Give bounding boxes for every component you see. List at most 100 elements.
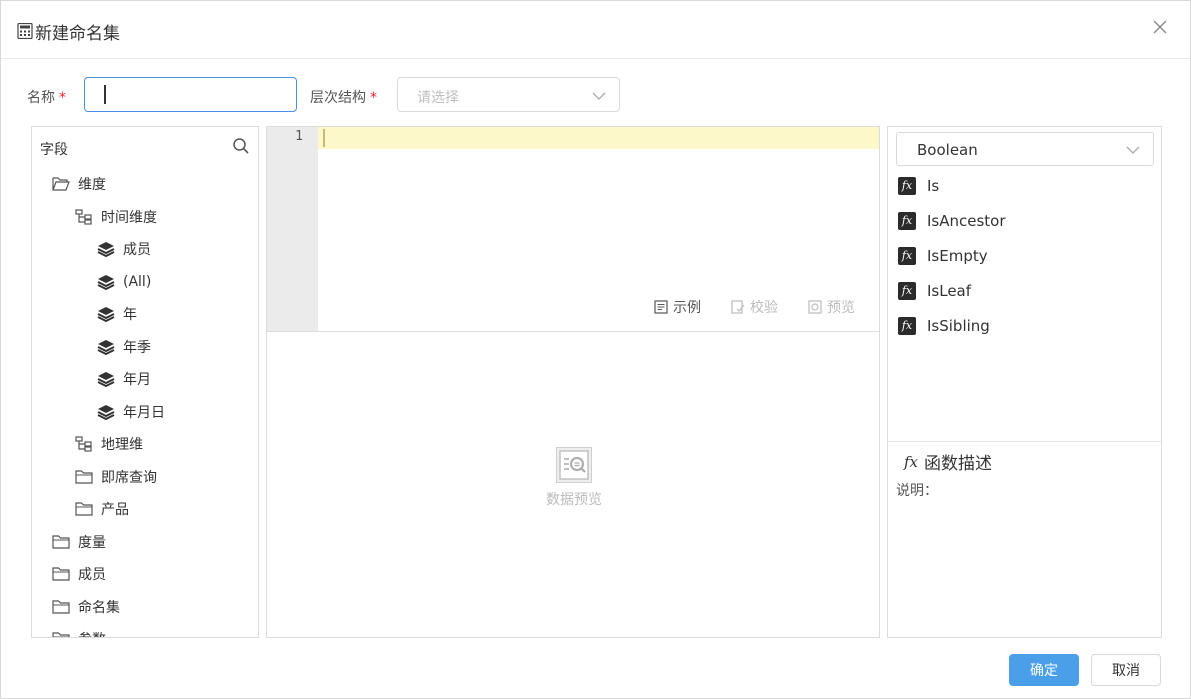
text-caret (104, 85, 106, 104)
layers-icon (97, 404, 123, 420)
expression-editor-panel: 1 示例 校验 预览 数据预览 (266, 126, 880, 638)
fx-icon: fx (904, 452, 919, 471)
fx-icon: fx (898, 247, 916, 265)
tree-item-label: 地理维 (101, 437, 143, 453)
folder-open-icon (52, 176, 78, 192)
preview-label: 预览 (827, 300, 855, 316)
dialog-title: 新建命名集 (35, 24, 120, 44)
preview-button[interactable]: 预览 (808, 297, 855, 317)
chevron-down-icon (592, 92, 606, 100)
tree-item[interactable]: 成员 (97, 238, 151, 260)
function-item[interactable]: fx IsAncestor (898, 210, 1006, 232)
folder-icon (52, 534, 78, 550)
tree-item[interactable]: 参数 (52, 628, 106, 637)
folder-icon (52, 631, 78, 637)
tree-item-label: 产品 (101, 502, 129, 518)
example-label: 示例 (673, 300, 701, 316)
function-description-title: fx 函数描述 (904, 449, 993, 475)
folder-icon (75, 469, 101, 485)
search-icon[interactable] (232, 137, 250, 155)
functions-divider (888, 441, 1161, 442)
fx-icon: fx (898, 177, 916, 195)
hierarchy-icon (75, 208, 101, 225)
line-number: 1 (295, 129, 303, 144)
function-description-text: 说明： (896, 483, 938, 499)
editor-divider (267, 331, 879, 332)
name-label: 名称 * (27, 87, 66, 107)
data-preview-label: 数据预览 (546, 492, 602, 508)
tree-item-label: 年月 (123, 372, 151, 388)
tree-item[interactable]: (All) (97, 271, 151, 293)
tree-item[interactable]: 地理维 (75, 433, 143, 455)
chevron-down-icon (1126, 146, 1140, 154)
calculator-icon (17, 23, 33, 39)
tree-item-label: 命名集 (78, 599, 120, 616)
layers-icon (97, 241, 123, 257)
active-line-highlight[interactable] (318, 127, 879, 149)
tree-item[interactable]: 成员 (52, 563, 106, 585)
layers-icon (97, 339, 123, 355)
fx-icon: fx (898, 282, 916, 300)
tree-item[interactable]: 时间维度 (75, 206, 157, 228)
example-button[interactable]: 示例 (654, 297, 701, 317)
hierarchy-placeholder: 请选择 (417, 90, 459, 106)
tree-item[interactable]: 度量 (52, 531, 106, 553)
hierarchy-label-text: 层次结构 (310, 90, 366, 106)
required-mark: * (370, 90, 377, 106)
function-name: IsEmpty (927, 247, 988, 265)
tree-item-label: 成员 (78, 567, 106, 583)
tree-item[interactable]: 年月 (97, 368, 151, 390)
function-item[interactable]: fx IsEmpty (898, 245, 988, 267)
required-mark: * (59, 90, 66, 106)
tree-item[interactable]: 产品 (75, 498, 129, 520)
code-caret (323, 129, 325, 147)
tree-item-label: 参数 (78, 629, 106, 637)
tree-item-label: 成员 (123, 242, 151, 258)
tree-item[interactable]: 年 (97, 303, 137, 325)
tree-item-label: 时间维度 (101, 209, 157, 226)
folder-icon (52, 566, 78, 582)
fx-icon: fx (898, 212, 916, 230)
layers-icon (97, 274, 123, 290)
function-item[interactable]: fx IsLeaf (898, 280, 971, 302)
tree-item[interactable]: 命名集 (52, 596, 120, 618)
fx-icon: fx (898, 317, 916, 335)
validate-label: 校验 (750, 300, 778, 316)
function-category-value: Boolean (917, 141, 978, 159)
new-named-set-dialog: 新建命名集 名称 * 层次结构 * 请选择 字段 维度 时间维度 成员 (All) 年年季年… (0, 0, 1191, 699)
tree-item[interactable]: 即席查询 (75, 466, 157, 488)
function-name: IsAncestor (927, 212, 1006, 230)
function-name: IsSibling (927, 317, 990, 335)
tree-item-label: 年季 (123, 339, 151, 356)
hierarchy-select[interactable]: 请选择 (397, 77, 620, 112)
function-item[interactable]: fx IsSibling (898, 315, 990, 337)
data-preview-empty: 数据预览 (539, 447, 609, 509)
layers-icon (97, 371, 123, 387)
editor-toolbar: 示例 校验 预览 (654, 297, 855, 317)
function-category-select[interactable]: Boolean (896, 132, 1154, 166)
validate-button[interactable]: 校验 (731, 297, 778, 317)
folder-icon (52, 599, 78, 615)
function-description-label: 函数描述 (924, 454, 993, 474)
tree-item[interactable]: 年季 (97, 336, 151, 358)
tree-item[interactable]: 维度 (52, 173, 106, 195)
fields-panel-title: 字段 (40, 142, 68, 158)
tree-item-label: 度量 (78, 534, 106, 551)
folder-icon (75, 501, 101, 517)
hierarchy-icon (75, 436, 101, 452)
name-label-text: 名称 (27, 90, 55, 106)
tree-item[interactable]: 年月日 (97, 401, 165, 423)
name-input[interactable] (84, 77, 297, 112)
confirm-button[interactable]: 确定 (1009, 654, 1079, 686)
line-number-gutter: 1 (267, 127, 318, 331)
function-name: IsLeaf (927, 282, 972, 300)
functions-panel: Boolean fx Is fx IsAncestor fx IsEmpty fx IsLea… (887, 126, 1162, 638)
tree-item-label: 年 (123, 307, 137, 323)
tree-item-label: (All) (123, 273, 152, 290)
close-icon[interactable] (1150, 17, 1170, 37)
function-item[interactable]: fx Is (898, 175, 939, 197)
cancel-button[interactable]: 取消 (1091, 654, 1161, 686)
fields-panel: 字段 维度 时间维度 成员 (All) 年年季 年月 年月日 地理维 即席查询 产品 度量 成员 命名集… (31, 126, 259, 638)
document-icon (654, 300, 668, 314)
check-document-icon (731, 300, 745, 314)
